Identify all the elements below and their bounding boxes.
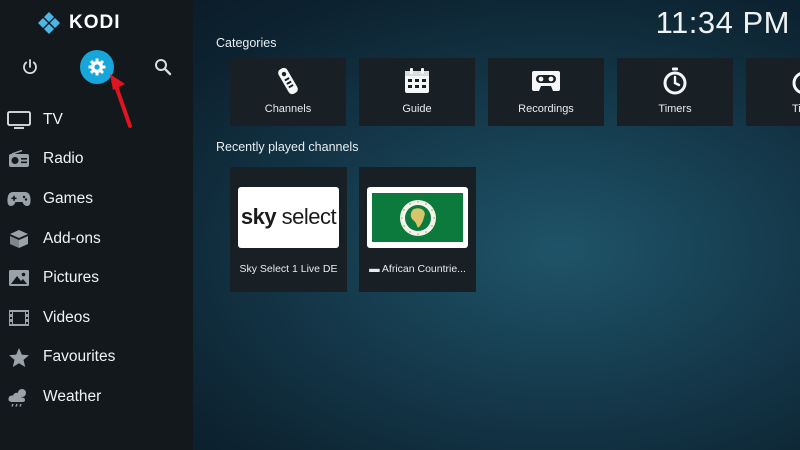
category-label: Guide [402,103,432,115]
african-union-flag [372,193,463,242]
stopwatch-icon [617,66,733,96]
category-guide[interactable]: Guide [359,58,475,126]
picture-icon [7,268,31,288]
category-timers[interactable]: Timers [617,58,733,126]
stopwatch-icon [746,66,800,96]
sidebar-item-label: Favourites [43,348,116,366]
africa-emblem-icon [399,199,436,236]
sidebar-item-label: Radio [43,150,84,168]
weather-icon [7,387,31,407]
radio-icon [7,149,31,169]
category-label: Time [791,103,800,115]
sidebar-item-label: Weather [43,387,102,405]
power-button[interactable] [15,52,45,82]
kodi-logo-icon [38,12,60,34]
category-label: Channels [264,103,312,115]
sky-logo-text: select [276,204,337,229]
star-icon [7,347,31,367]
sidebar-item-videos[interactable]: Videos [0,298,193,338]
sidebar-item-label: Pictures [43,269,99,287]
channel-logo [367,187,468,248]
calendar-icon [359,66,475,96]
category-label: Timers [658,103,692,115]
tv-icon [7,110,31,130]
channel-label: ▬ African Countrie... [369,263,466,275]
sidebar-item-radio[interactable]: Radio [0,140,193,180]
remote-icon [230,66,346,96]
cassette-icon [488,66,604,96]
categories-title: Categories [216,36,277,50]
power-icon [23,59,37,74]
category-channels[interactable]: Channels [230,58,346,126]
sky-logo-bold: sky [240,204,277,229]
sidebar-item-add-ons[interactable]: Add-ons [0,219,193,259]
sidebar-item-label: Videos [43,308,91,326]
logo-text: KODI [69,12,121,33]
category-label: Recordings [518,103,574,115]
channel-tile-african-countries[interactable]: ▬ African Countrie... [359,167,476,292]
search-icon [155,59,172,76]
search-button[interactable] [148,52,178,82]
clock: 11:34 PM [655,5,790,40]
category-timer-rules[interactable]: Time [746,58,800,126]
sidebar-item-favourites[interactable]: Favourites [0,338,193,378]
sky-logo: sky select [238,204,339,230]
sidebar-item-games[interactable]: Games [0,179,193,219]
sidebar-item-tv[interactable]: TV [0,100,193,140]
gamepad-icon [7,189,31,209]
gear-icon [88,58,106,76]
sidebar-nav: TV Radio Games Add-ons Pictures Videos F… [0,100,193,417]
sidebar: KODI TV Radio Games Add-ons Pictures Vid… [0,0,193,450]
recent-channels-title: Recently played channels [216,140,359,154]
kodi-logo[interactable]: KODI [37,10,121,36]
box-icon [7,229,31,249]
sidebar-item-label: Games [43,189,93,207]
category-recordings[interactable]: Recordings [488,58,604,126]
channel-tile-sky-select[interactable]: sky select Sky Select 1 Live DE [230,167,347,292]
channel-logo: sky select [238,187,339,248]
sidebar-item-label: Add-ons [43,229,101,247]
sidebar-item-label: TV [43,110,63,128]
channel-label: Sky Select 1 Live DE [239,263,338,275]
sidebar-item-pictures[interactable]: Pictures [0,258,193,298]
film-icon [7,308,31,328]
sidebar-item-weather[interactable]: Weather [0,377,193,417]
